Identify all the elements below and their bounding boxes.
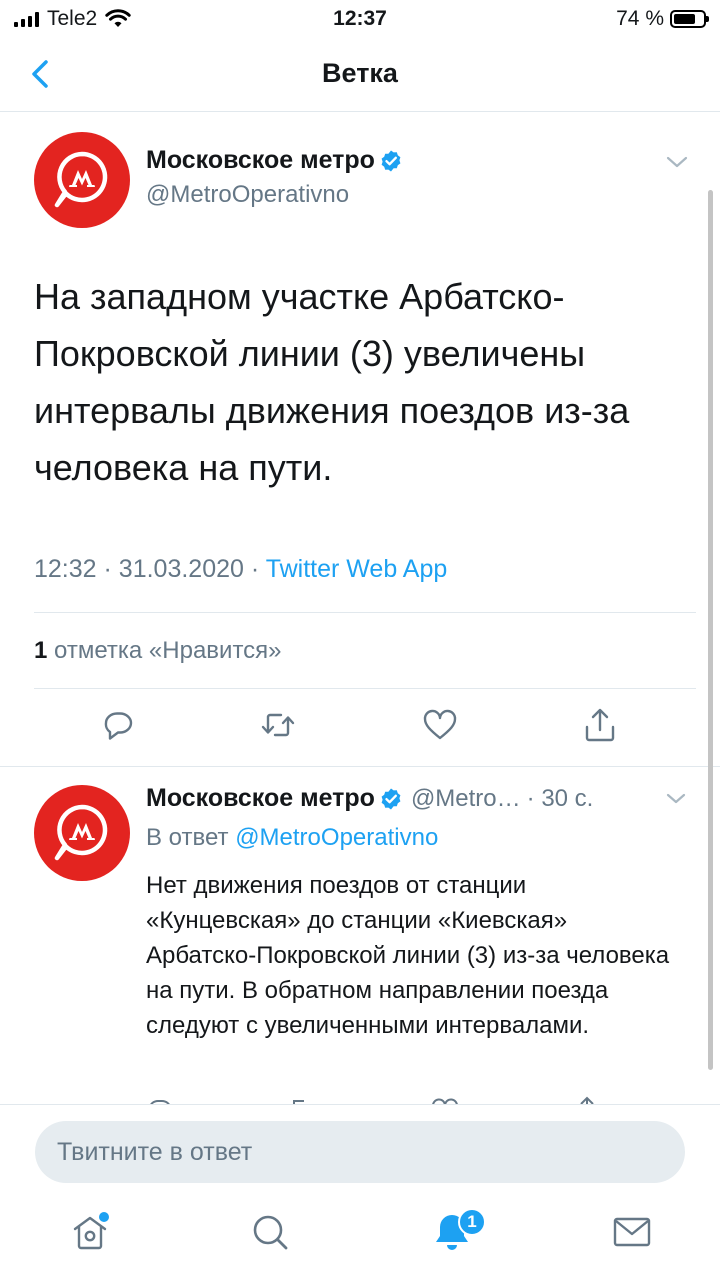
author-handle[interactable]: @MetroOperativno (146, 181, 349, 209)
metro-logo-icon (54, 804, 108, 861)
status-bar: Tele2 12:37 74 % (0, 0, 720, 40)
divider (34, 688, 696, 689)
in-reply-label: В ответ (146, 824, 229, 851)
chevron-down-icon (666, 793, 686, 804)
verified-badge-icon (381, 150, 401, 171)
reply-menu-button[interactable] (664, 790, 688, 808)
nav-header: Ветка (0, 40, 720, 112)
tab-bar (0, 1196, 720, 1280)
metro-logo-icon (54, 151, 108, 208)
avatar[interactable] (34, 785, 130, 881)
home-unread-dot (99, 1212, 109, 1222)
tweet-date: 31.03.2020 (118, 555, 244, 583)
search-icon (253, 1215, 288, 1250)
tweet-text: На западном участке Арбатско-Покровской … (34, 276, 630, 488)
reply-text: Нет движения поездов от станции «Кунцевс… (146, 872, 670, 1039)
source-app-link[interactable]: Twitter Web App (266, 555, 448, 583)
section-divider (0, 766, 720, 767)
tweet-actions (0, 705, 720, 753)
likes-label: отметка «Нравится» (54, 637, 282, 664)
tweet-meta: 12:32 · 31.03.2020 · Twitter Web App (34, 555, 447, 584)
battery-fill (674, 14, 695, 24)
meta-separator: · (250, 555, 260, 583)
author-name-row[interactable]: Московское метро (146, 146, 403, 175)
heart-icon (423, 709, 457, 740)
clock: 12:37 (333, 7, 387, 30)
reply-age: · 30 с. (526, 784, 594, 812)
envelope-icon (613, 1217, 651, 1247)
reply-author-handle: @Metro… (410, 784, 521, 812)
tab-messages[interactable] (610, 1210, 654, 1254)
share-button[interactable] (580, 705, 620, 745)
author-display-name: Московское метро (146, 146, 375, 174)
chevron-down-icon (666, 156, 688, 168)
likes-summary[interactable]: 1 отметка «Нравится» (34, 637, 282, 665)
like-button[interactable] (420, 705, 460, 745)
notifications-badge: 1 (458, 1208, 486, 1236)
tweet-menu-button[interactable] (664, 152, 690, 172)
in-reply-to: В ответ @MetroOperativno (146, 824, 438, 852)
reply-icon (104, 712, 133, 740)
reply-author-display-name: Московское метро (146, 784, 375, 812)
reply-header[interactable]: Московское метро @Metro… · 30 с. (146, 784, 666, 813)
tab-search[interactable] (248, 1210, 292, 1254)
likes-count: 1 (34, 637, 48, 664)
tweet-time: 12:32 (34, 555, 97, 583)
reply-button[interactable] (98, 705, 138, 745)
share-icon (585, 708, 615, 742)
reply-compose-input[interactable]: Твитните в ответ (35, 1121, 685, 1183)
retweet-icon (261, 713, 295, 737)
battery-percent: 74 % (616, 7, 664, 30)
in-reply-mention[interactable]: @MetroOperativno (235, 824, 438, 851)
meta-separator: · (103, 555, 112, 583)
battery-group: 74 % (616, 7, 709, 31)
page-title: Ветка (322, 58, 398, 88)
avatar[interactable] (34, 132, 130, 228)
verified-badge-icon (381, 788, 401, 809)
compose-bar: Твитните в ответ (0, 1104, 720, 1196)
divider (34, 612, 696, 613)
retweet-button[interactable] (258, 705, 298, 745)
scrollbar[interactable] (708, 190, 713, 1070)
battery-icon (670, 10, 709, 28)
